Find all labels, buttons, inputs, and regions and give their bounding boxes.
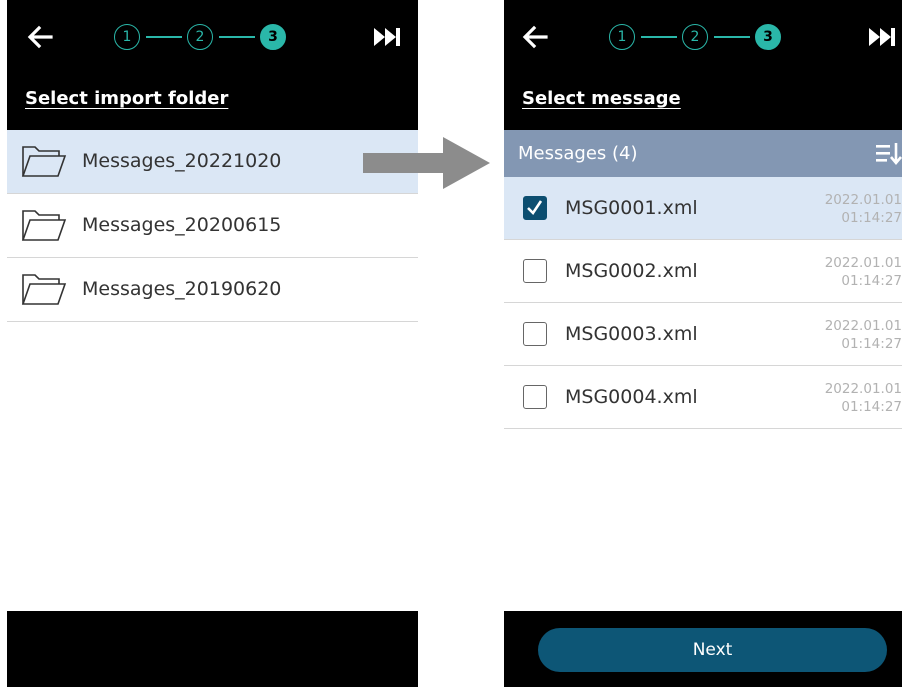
message-timestamp: 2022.01.01 01:14:27 — [802, 254, 902, 290]
message-timestamp: 2022.01.01 01:14:27 — [802, 380, 902, 416]
message-checkbox[interactable] — [523, 196, 547, 220]
sort-icon[interactable] — [876, 142, 902, 166]
step-connector — [219, 36, 255, 38]
folder-open-icon — [21, 146, 67, 177]
message-date: 2022.01.01 — [824, 255, 902, 271]
bottom-bar — [7, 611, 418, 687]
message-time: 01:14:27 — [841, 273, 902, 289]
skip-button[interactable] — [866, 22, 900, 52]
folder-list: Messages_20221020 Messages_20200615 Mess… — [7, 130, 418, 611]
list-header: Messages (4) — [504, 130, 902, 177]
step-2: 2 — [187, 24, 213, 50]
step-3: 3 — [260, 24, 286, 50]
folder-row[interactable]: Messages_20190620 — [7, 258, 418, 322]
back-button[interactable] — [520, 22, 550, 52]
message-row[interactable]: MSG0003.xml 2022.01.01 01:14:27 — [504, 303, 902, 366]
bottom-bar: Next — [504, 611, 902, 687]
folder-open-icon — [21, 274, 67, 305]
skip-forward-icon — [869, 28, 895, 46]
message-time: 01:14:27 — [841, 336, 902, 352]
arrow-right-icon — [363, 137, 490, 189]
list-header-title: Messages (4) — [518, 143, 638, 164]
message-row[interactable]: MSG0004.xml 2022.01.01 01:14:27 — [504, 366, 902, 429]
message-filename: MSG0003.xml — [565, 323, 698, 345]
message-filename: MSG0004.xml — [565, 386, 698, 408]
step-3: 3 — [755, 24, 781, 50]
skip-forward-icon — [374, 28, 400, 46]
page-title: Select import folder — [25, 88, 229, 109]
step-1: 1 — [114, 24, 140, 50]
message-timestamp: 2022.01.01 01:14:27 — [802, 317, 902, 353]
message-checkbox[interactable] — [523, 259, 547, 283]
top-bar: 1 2 3 — [504, 0, 902, 78]
folder-name: Messages_20221020 — [82, 150, 282, 172]
arrow-left-icon — [522, 25, 548, 49]
message-checkbox[interactable] — [523, 385, 547, 409]
message-select-screen: 1 2 3 Select message Messages (4) MSG000… — [504, 0, 902, 687]
back-button[interactable] — [25, 22, 55, 52]
message-filename: MSG0002.xml — [565, 260, 698, 282]
step-1: 1 — [609, 24, 635, 50]
message-checkbox[interactable] — [523, 322, 547, 346]
skip-button[interactable] — [371, 22, 405, 52]
message-date: 2022.01.01 — [824, 318, 902, 334]
message-row[interactable]: MSG0001.xml 2022.01.01 01:14:27 — [504, 177, 902, 240]
message-date: 2022.01.01 — [824, 192, 902, 208]
message-time: 01:14:27 — [841, 399, 902, 415]
top-bar: 1 2 3 — [7, 0, 418, 78]
step-connector — [641, 36, 677, 38]
message-timestamp: 2022.01.01 01:14:27 — [802, 191, 902, 227]
next-button[interactable]: Next — [538, 628, 887, 672]
checkmark-icon — [527, 200, 543, 216]
message-row[interactable]: MSG0002.xml 2022.01.01 01:14:27 — [504, 240, 902, 303]
step-2: 2 — [682, 24, 708, 50]
folder-select-screen: 1 2 3 Select import folder Messages_2022… — [7, 0, 418, 687]
page-title: Select message — [522, 88, 681, 109]
message-filename: MSG0001.xml — [565, 197, 698, 219]
arrow-left-icon — [27, 25, 53, 49]
message-time: 01:14:27 — [841, 210, 902, 226]
step-connector — [146, 36, 182, 38]
step-indicator: 1 2 3 — [114, 24, 314, 52]
message-list: Messages (4) MSG0001.xml 2022.01.01 01:1… — [504, 130, 902, 611]
step-indicator: 1 2 3 — [609, 24, 809, 52]
step-connector — [714, 36, 750, 38]
folder-open-icon — [21, 210, 67, 241]
folder-row[interactable]: Messages_20221020 — [7, 130, 418, 194]
message-date: 2022.01.01 — [824, 381, 902, 397]
folder-name: Messages_20200615 — [82, 214, 282, 236]
folder-name: Messages_20190620 — [82, 278, 282, 300]
folder-row[interactable]: Messages_20200615 — [7, 194, 418, 258]
